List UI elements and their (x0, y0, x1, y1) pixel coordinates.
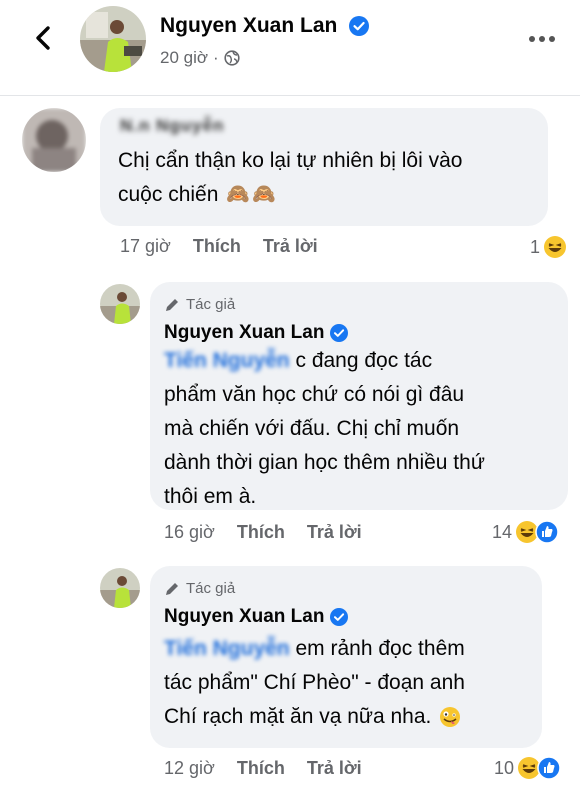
reply-text-line-part: Chí rạch mặt ăn vạ nữa nha. (164, 705, 432, 728)
post-author-name-text[interactable]: Nguyen Xuan Lan (160, 14, 337, 37)
reply-text-line: mà chiến với đấu. Chị chỉ muốn (164, 417, 460, 440)
reply-text-line: thôi em à. (164, 485, 257, 508)
verified-badge-icon (330, 324, 349, 342)
reaction-count: 10 (494, 757, 515, 778)
zany-face-emoji-icon (440, 707, 461, 727)
reply-text-line: Tiến Nguyễn c đang đọc tác (164, 344, 564, 378)
haha-reaction-icon (544, 236, 567, 258)
reply-button[interactable]: Trả lời (307, 522, 362, 543)
commenter-avatar[interactable] (22, 108, 86, 172)
comment-author-name[interactable]: N.n Nguyễn (120, 116, 224, 136)
monkey-emoji-icon: 🙈🙈 (226, 184, 278, 205)
reply-author-name-text[interactable]: Nguyen Xuan Lan (164, 606, 324, 628)
reply-text-line: Tiến Nguyễn em rảnh đọc thêm (164, 632, 536, 666)
reaction-summary[interactable]: 10 (494, 756, 561, 780)
author-tag-label: Tác giả (186, 580, 236, 597)
mention-link[interactable]: Tiến Nguyễn (164, 637, 290, 660)
author-tag: Tác giả (164, 296, 235, 313)
mention-link[interactable]: Tiến Nguyễn (164, 349, 290, 372)
like-button[interactable]: Thích (193, 236, 241, 257)
author-tag-label: Tác giả (186, 296, 236, 313)
verified-badge-icon (330, 608, 349, 626)
reaction-count: 1 (530, 236, 541, 257)
reply-author-name-text[interactable]: Nguyen Xuan Lan (164, 322, 324, 344)
post-meta: 20 giờ · (160, 48, 240, 68)
post-author-name[interactable]: Nguyen Xuan Lan (160, 14, 370, 38)
post-header: Nguyen Xuan Lan 20 giờ · (0, 0, 580, 90)
reaction-summary[interactable]: 14 (492, 520, 559, 544)
reaction-count: 14 (492, 521, 513, 542)
more-options-icon[interactable] (529, 36, 555, 42)
reply-author-avatar[interactable] (100, 568, 140, 608)
comment-text-line: cuộc chiến 🙈🙈 (118, 178, 462, 212)
globe-icon (224, 50, 240, 66)
reply-text-line: dành thời gian học thêm nhiều thứ (164, 451, 485, 474)
comment-actions: 17 giờ Thích Trả lời (120, 236, 318, 257)
like-button[interactable]: Thích (237, 522, 285, 543)
reply-author-name[interactable]: Nguyen Xuan Lan (164, 322, 349, 344)
reply-text-line: phẩm văn học chứ có nói gì đâu (164, 383, 465, 406)
reply-text-line-part: c đang đọc tác (295, 349, 433, 372)
reply-text-line: tác phẩm" Chí Phèo" - đoạn anh (164, 671, 465, 694)
post-time[interactable]: 20 giờ (160, 48, 208, 68)
reply-text: Tiến Nguyễn em rảnh đọc thêm tác phẩm" C… (164, 632, 536, 734)
reply-time[interactable]: 12 giờ (164, 758, 215, 779)
reply-text-line: Chí rạch mặt ăn vạ nữa nha. (164, 700, 536, 734)
reply-text: Tiến Nguyễn c đang đọc tác phẩm văn học … (164, 344, 564, 514)
reply-author-avatar[interactable] (100, 284, 140, 324)
comment-text-line-part: cuộc chiến (118, 183, 219, 206)
reply-button[interactable]: Trả lời (263, 236, 318, 257)
reply-actions: 16 giờ Thích Trả lời (164, 522, 362, 543)
reply-button[interactable]: Trả lời (307, 758, 362, 779)
like-button[interactable]: Thích (237, 758, 285, 779)
meta-separator: · (213, 48, 219, 67)
reply-time[interactable]: 16 giờ (164, 522, 215, 543)
comment-text: Chị cẩn thận ko lại tự nhiên bị lôi vào … (118, 144, 462, 212)
verified-badge-icon (349, 16, 370, 37)
like-reaction-icon (535, 520, 559, 544)
pencil-icon (166, 582, 178, 595)
pencil-icon (166, 298, 178, 311)
header-divider (0, 95, 580, 96)
comment-text-line: Chị cẩn thận ko lại tự nhiên bị lôi vào (118, 149, 463, 172)
comment-time[interactable]: 17 giờ (120, 236, 171, 257)
reaction-summary[interactable]: 1 (530, 235, 567, 259)
post-author-avatar[interactable] (80, 6, 146, 72)
reply-actions: 12 giờ Thích Trả lời (164, 758, 362, 779)
author-tag: Tác giả (164, 580, 235, 597)
like-reaction-icon (537, 756, 561, 780)
back-arrow-icon[interactable] (30, 24, 58, 52)
reply-text-line-part: em rảnh đọc thêm (295, 637, 465, 660)
reply-author-name[interactable]: Nguyen Xuan Lan (164, 606, 349, 628)
